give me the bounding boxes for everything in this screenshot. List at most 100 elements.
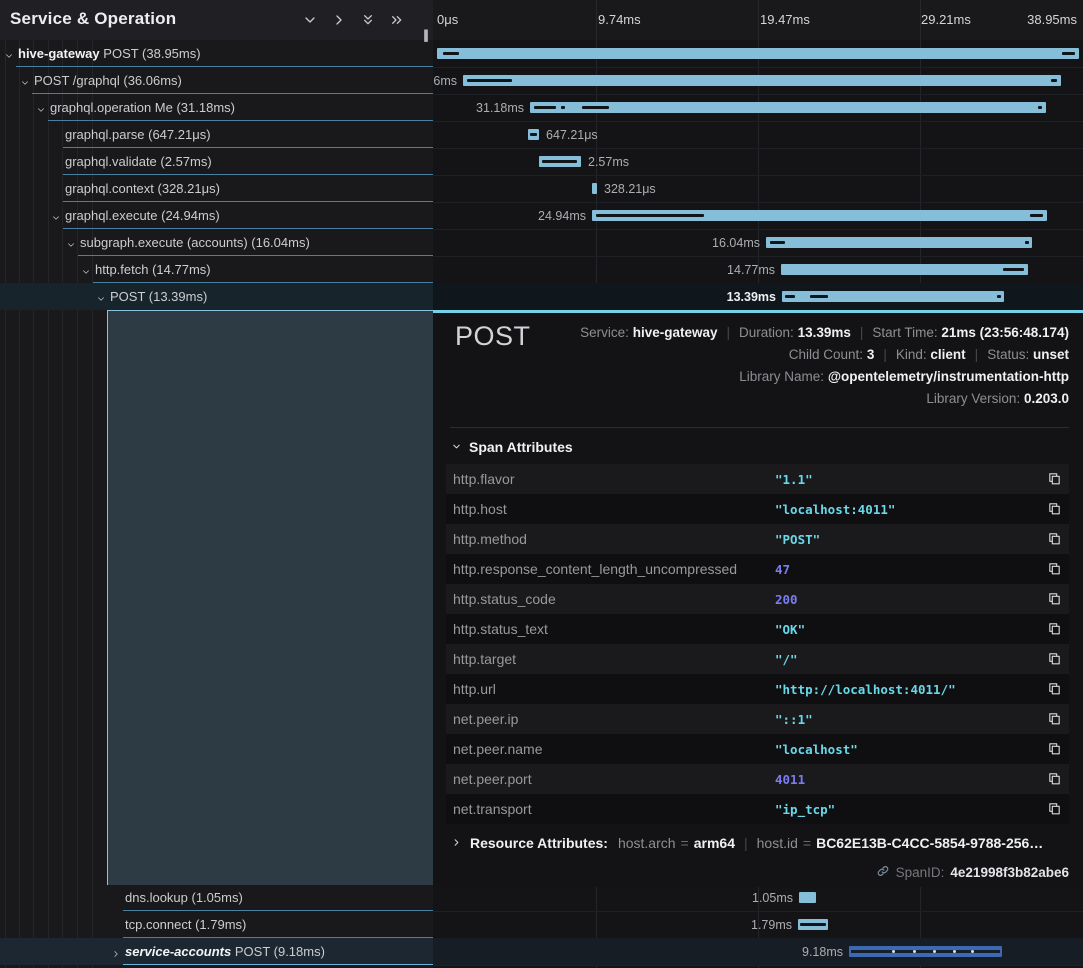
bar-stripe [851, 950, 1000, 953]
span-bar[interactable] [437, 48, 1079, 59]
attribute-key: net.peer.port [453, 771, 532, 787]
span-id-row: SpanID:4e21998f3b82abe6 [876, 864, 1069, 881]
span-bar[interactable] [782, 291, 1004, 302]
span-detail-meta: Service: hive-gateway|Duration: 13.39ms|… [580, 322, 1069, 410]
copy-button[interactable] [1047, 651, 1062, 671]
tree-row[interactable]: http.fetch (14.77ms) [0, 256, 433, 283]
copy-button[interactable] [1047, 471, 1062, 491]
span-attributes-table: http.flavor"1.1"http.host"localhost:4011… [446, 464, 1069, 824]
tree-row[interactable]: graphql.context (328.21μs) [0, 175, 433, 202]
attribute-key: http.flavor [453, 471, 514, 487]
copy-button[interactable] [1047, 711, 1062, 731]
chevron-down-icon[interactable] [302, 12, 318, 28]
attribute-value: "POST" [775, 532, 820, 547]
double-chevron-right-icon[interactable] [389, 12, 405, 28]
attribute-row: net.peer.name"localhost" [446, 734, 1069, 764]
meta-value: 13.39ms [798, 325, 851, 340]
chevron-down-icon[interactable] [20, 75, 30, 93]
tree-row[interactable]: graphql.operation Me (31.18ms) [0, 94, 433, 121]
span-attributes-header[interactable]: Span Attributes [451, 439, 573, 455]
span-bar[interactable] [539, 156, 581, 167]
copy-button[interactable] [1047, 771, 1062, 791]
bar-mark [997, 295, 1001, 298]
chevron-down-icon[interactable] [66, 237, 76, 255]
span-bar-row: 24.94ms [433, 202, 1083, 230]
bar-stripe-dot [971, 950, 974, 953]
attribute-row: http.host"localhost:4011" [446, 494, 1069, 524]
meta-key: Library Name: [739, 369, 824, 384]
operation-name: subgraph.execute (accounts) (16.04ms) [80, 235, 310, 250]
copy-button[interactable] [1047, 561, 1062, 581]
copy-button[interactable] [1047, 501, 1062, 521]
chevron-right-icon [451, 830, 462, 856]
tree-row[interactable]: graphql.execute (24.94ms) [0, 202, 433, 229]
attribute-value: "localhost" [775, 742, 858, 757]
span-duration-label: 24.94ms [538, 209, 586, 223]
copy-button[interactable] [1047, 591, 1062, 611]
copy-button[interactable] [1047, 741, 1062, 761]
bar-mark [1003, 268, 1024, 271]
meta-value: 0.203.0 [1024, 391, 1069, 406]
resource-attributes-row[interactable]: Resource Attributes:host.arch=arm64|host… [451, 830, 1043, 856]
detail-meta-line: Service: hive-gateway|Duration: 13.39ms|… [580, 322, 1069, 344]
operation-name: POST (9.18ms) [235, 944, 325, 959]
operation-name: dns.lookup (1.05ms) [125, 890, 243, 905]
span-bar[interactable] [530, 102, 1046, 113]
copy-button[interactable] [1047, 681, 1062, 701]
span-bar[interactable] [463, 75, 1061, 86]
timeline-body-bottom: 1.05ms1.79ms9.18ms [433, 884, 1083, 968]
span-bar[interactable] [849, 946, 1002, 957]
bar-mark [1025, 241, 1029, 244]
copy-button[interactable] [1047, 531, 1062, 551]
equals-sign: = [803, 830, 811, 856]
tree-row[interactable]: service-accounts POST (9.18ms) [0, 938, 433, 965]
span-bar[interactable] [592, 183, 597, 194]
tree-row[interactable]: subgraph.execute (accounts) (16.04ms) [0, 229, 433, 256]
attribute-value: "localhost:4011" [775, 502, 895, 517]
span-duration-label: 2.57ms [588, 155, 629, 169]
service-name: service-accounts [125, 944, 231, 959]
attribute-value: "::1" [775, 712, 813, 727]
panel-resize-handle[interactable]: ∥ [423, 28, 430, 42]
span-bar[interactable] [592, 210, 1047, 221]
bar-mark [1062, 52, 1075, 55]
span-bar[interactable] [799, 892, 816, 903]
tree-row[interactable]: POST /graphql (36.06ms) [0, 67, 433, 94]
span-bar[interactable] [528, 129, 539, 140]
tree-row[interactable]: graphql.parse (647.21μs) [0, 121, 433, 148]
tree-row[interactable]: tcp.connect (1.79ms) [0, 911, 433, 938]
span-bar-row: 1.79ms [433, 911, 1083, 939]
copy-icon [1047, 773, 1062, 790]
chevron-down-icon[interactable] [51, 210, 61, 228]
chevron-down-icon[interactable] [4, 48, 14, 66]
span-bar[interactable] [798, 919, 828, 930]
attribute-value: 200 [775, 592, 798, 607]
attribute-value: "ip_tcp" [775, 802, 835, 817]
copy-button[interactable] [1047, 801, 1062, 821]
span-bar-row: 13.39ms [433, 283, 1083, 310]
bar-stripe-dot [892, 950, 895, 953]
bar-mark [1038, 106, 1042, 109]
span-bar[interactable] [781, 264, 1028, 275]
chevron-down-icon[interactable] [81, 264, 91, 282]
chevron-right-icon[interactable] [111, 946, 121, 964]
tree-row[interactable]: graphql.validate (2.57ms) [0, 148, 433, 175]
double-chevron-down-icon[interactable] [360, 12, 376, 28]
detail-meta-line: Library Name: @opentelemetry/instrumenta… [580, 366, 1069, 388]
tree-row[interactable]: POST (13.39ms) [0, 283, 433, 310]
chevron-right-icon[interactable] [331, 12, 347, 28]
attribute-key: net.peer.ip [453, 711, 518, 727]
chevron-down-icon[interactable] [96, 291, 106, 309]
meta-value: @opentelemetry/instrumentation-http [828, 369, 1069, 384]
attribute-row: http.method"POST" [446, 524, 1069, 554]
bar-mark [582, 106, 609, 109]
attribute-row: http.flavor"1.1" [446, 464, 1069, 494]
link-icon[interactable] [876, 864, 890, 881]
copy-button[interactable] [1047, 621, 1062, 641]
span-bar[interactable] [766, 237, 1032, 248]
tree-row[interactable]: hive-gateway POST (38.95ms) [0, 40, 433, 67]
resource-separator: | [744, 830, 748, 856]
tree-row[interactable]: dns.lookup (1.05ms) [0, 884, 433, 911]
bar-stripe-dot [913, 950, 916, 953]
chevron-down-icon[interactable] [36, 102, 46, 120]
